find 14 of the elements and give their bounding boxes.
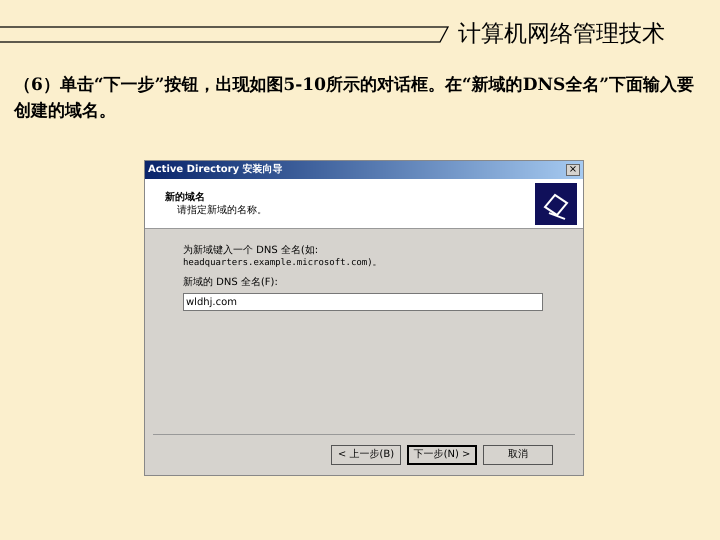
close-button[interactable]: ×: [566, 164, 580, 176]
wizard-button[interactable]: 下一步(N) >: [407, 445, 477, 465]
domain-name-field[interactable]: wldhj.com: [183, 293, 543, 311]
header-title: 计算机网络管理技术: [458, 23, 665, 46]
wizard-button[interactable]: 取消: [483, 445, 553, 465]
instruction-paragraph: （6）单击“下一步”按钮，出现如图5-10所示的对话框。在“新域的DNS全名”下面输入要创建的域名。: [14, 74, 696, 123]
wizard-button[interactable]: < 上一步(B): [331, 445, 401, 465]
page-subheading: 请指定新域的名称。: [176, 204, 267, 216]
example-text: headquarters.example.microsoft.com)。: [183, 257, 383, 269]
instruction-text: 为新域键入一个 DNS 全名(如:: [183, 245, 320, 257]
wizard-logo-icon: [535, 182, 577, 224]
window-title: Active Directory 安装向导: [148, 165, 283, 175]
field-label: 新域的 DNS 全名(F):: [183, 277, 279, 289]
page-heading: 新的域名: [165, 190, 206, 204]
